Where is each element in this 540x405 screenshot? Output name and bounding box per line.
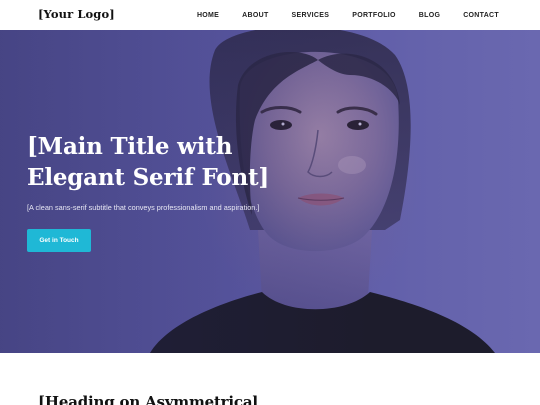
- site-header: [Your Logo] HOME ABOUT SERVICES PORTFOLI…: [0, 0, 540, 30]
- hero-title-line-1: [Main Title with: [27, 133, 233, 160]
- nav-blog[interactable]: BLOG: [419, 12, 440, 19]
- nav-about[interactable]: ABOUT: [242, 12, 268, 19]
- get-in-touch-button[interactable]: Get in Touch: [27, 229, 91, 252]
- site-logo[interactable]: [Your Logo]: [38, 7, 115, 21]
- section-heading: [Heading on Asymmetrical: [38, 393, 258, 405]
- nav-services[interactable]: SERVICES: [292, 12, 330, 19]
- main-nav: HOME ABOUT SERVICES PORTFOLIO BLOG CONTA…: [197, 0, 499, 30]
- hero-section: [Main Title with Elegant Serif Font] [A …: [0, 30, 540, 353]
- nav-contact[interactable]: CONTACT: [463, 12, 499, 19]
- nav-home[interactable]: HOME: [197, 12, 219, 19]
- hero-title: [Main Title with Elegant Serif Font]: [27, 131, 327, 193]
- hero-subtitle: [A clean sans-serif subtitle that convey…: [27, 203, 260, 212]
- nav-portfolio[interactable]: PORTFOLIO: [352, 12, 396, 19]
- hero-title-line-2: Elegant Serif Font]: [27, 164, 270, 191]
